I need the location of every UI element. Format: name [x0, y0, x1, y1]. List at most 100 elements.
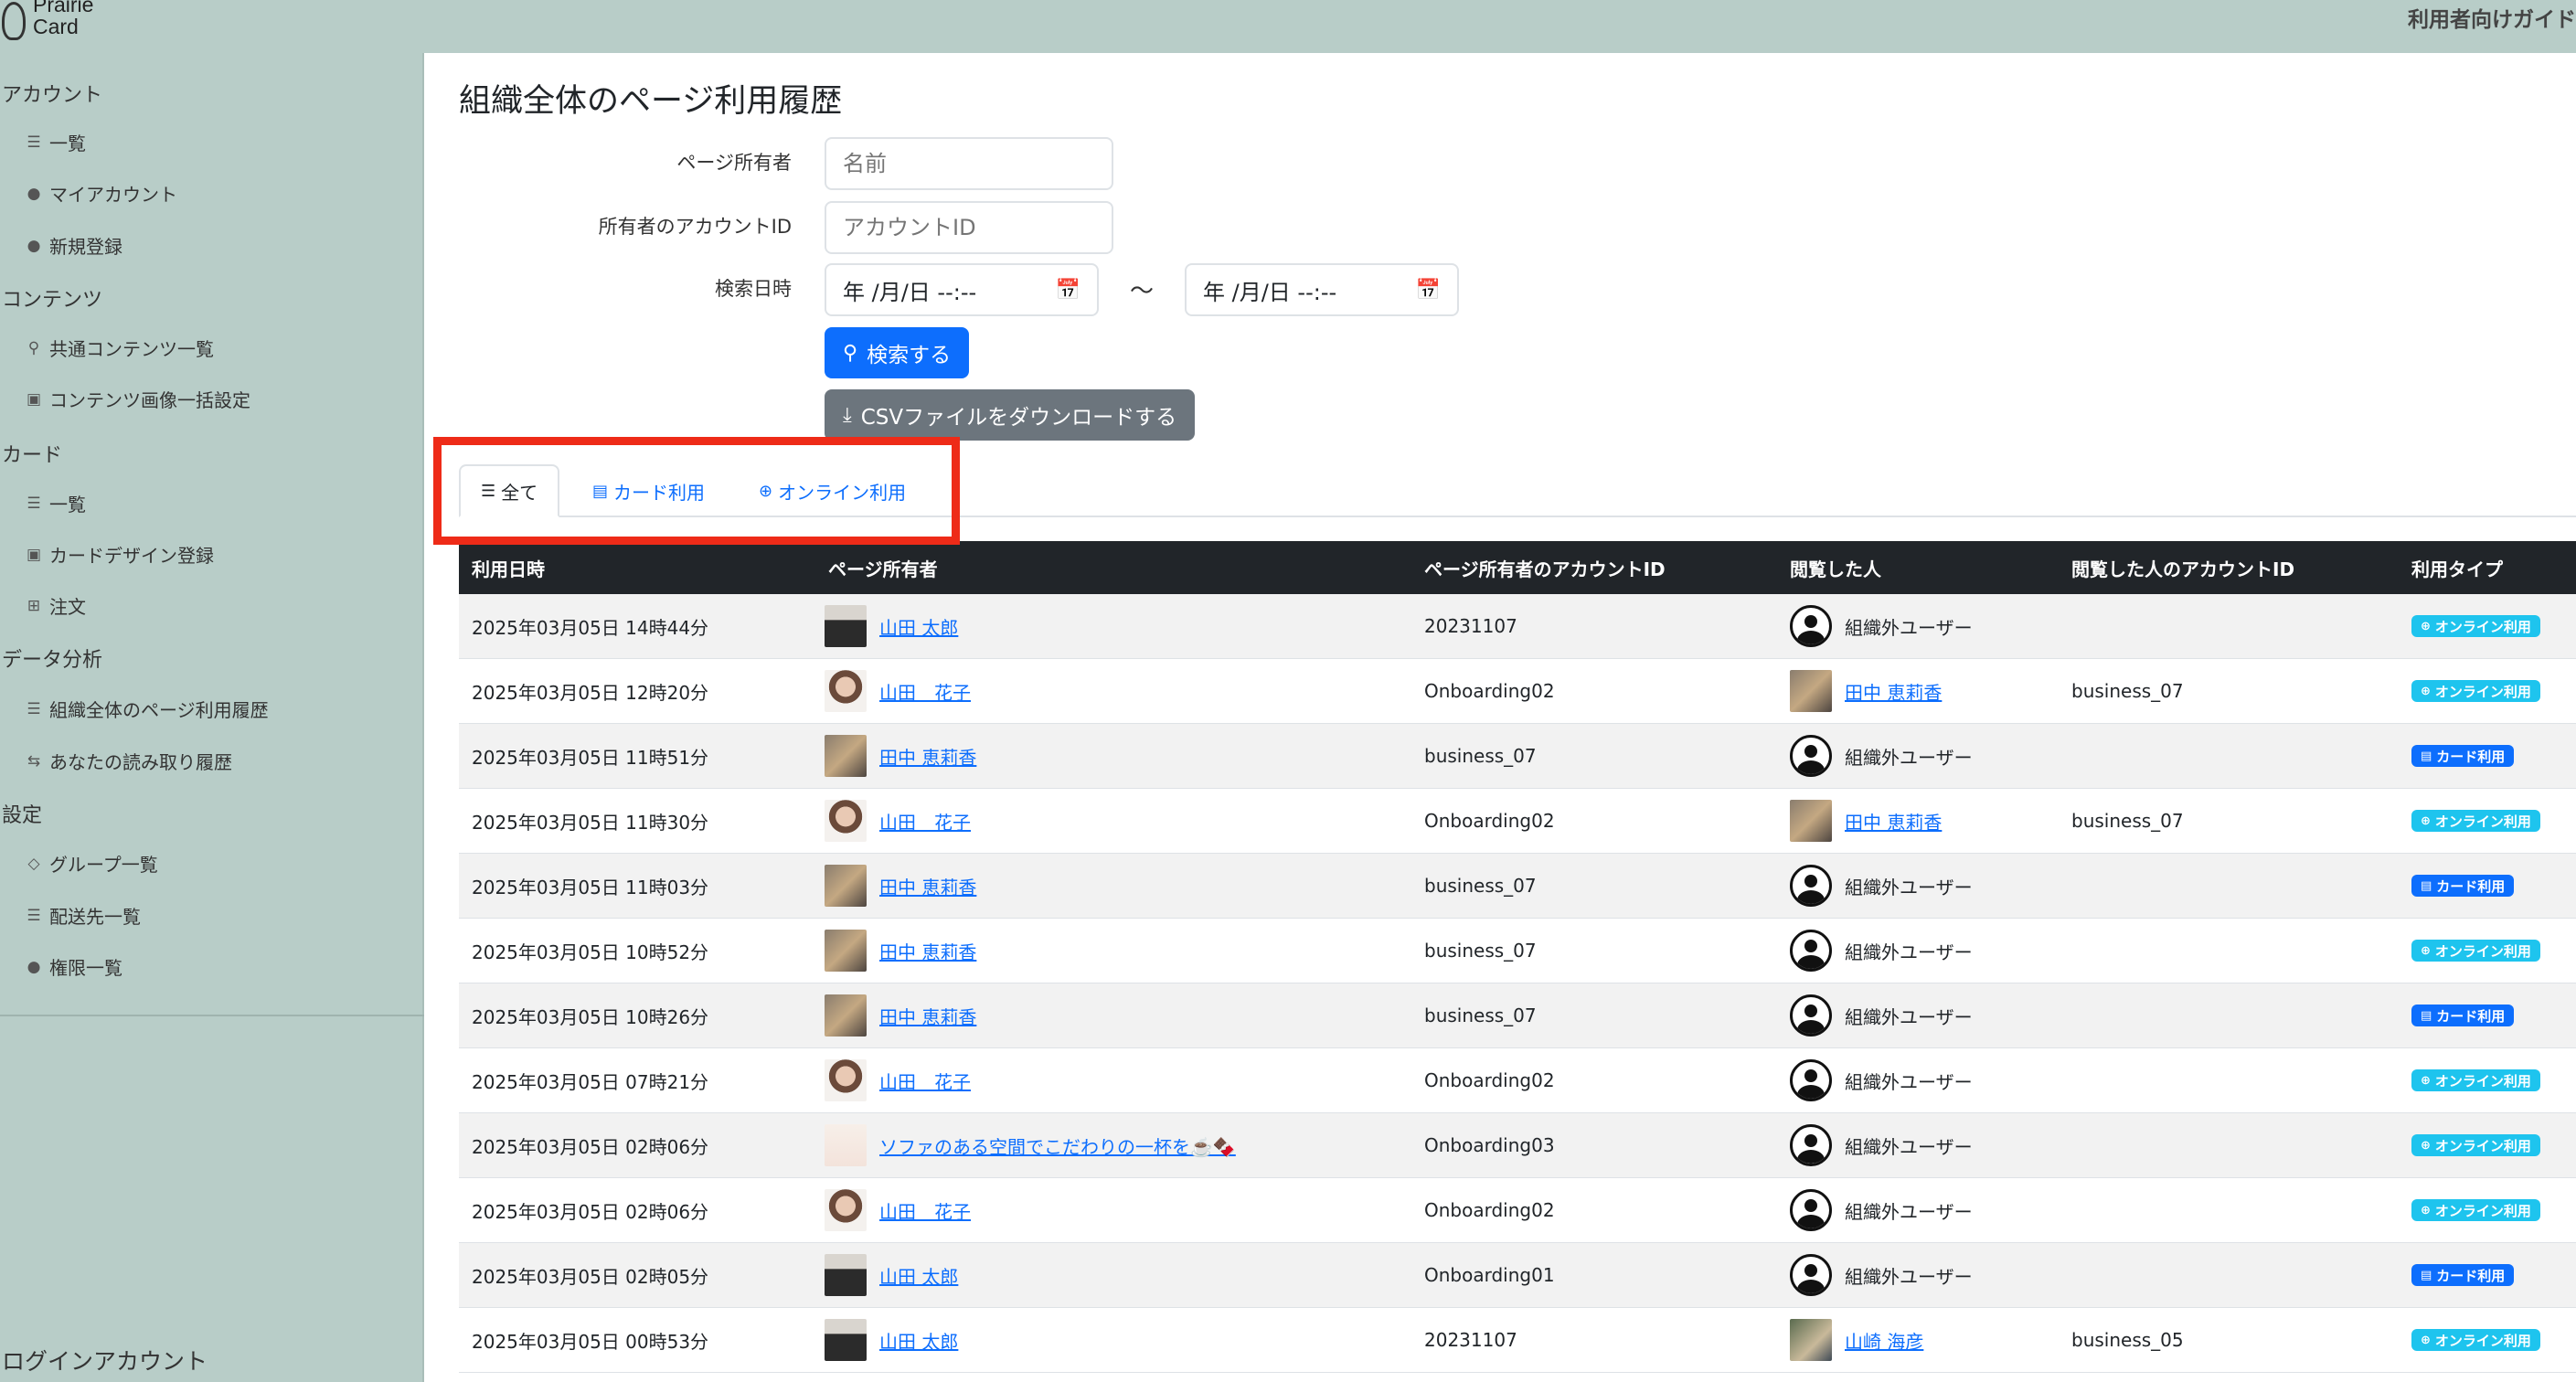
owner-link[interactable]: 田中 恵莉香: [879, 743, 976, 770]
owner-avatar: [825, 1124, 867, 1166]
usage-type-cell: ⊕ オンライン利用: [2411, 940, 2540, 962]
search-button[interactable]: ⚲ 検索する: [825, 327, 970, 378]
owner-link[interactable]: 山田 花子: [879, 1068, 971, 1094]
viewer-name: 組織外ユーザー: [1845, 746, 1973, 769]
header-owner-account[interactable]: ページ所有者のアカウントID: [1424, 555, 1666, 581]
search-date-label: 検索日時: [715, 278, 792, 300]
owner-link[interactable]: ソファのある空間でこだわりの一杯を☕️🍫: [879, 1132, 1236, 1159]
list-icon: ☰: [27, 906, 41, 925]
usage-history-table: 利用日時 ページ所有者 ページ所有者のアカウントID 閲覧した人 閲覧した人のア…: [459, 541, 2576, 1373]
owner-account-id: business_07: [1424, 745, 1537, 767]
anonymous-user-icon: [1790, 605, 1832, 647]
owner-cell: 田中 恵莉香: [825, 735, 976, 777]
usage-type-badge: ⊕ オンライン利用: [2411, 615, 2540, 637]
sidebar-item-register[interactable]: ● 新規登録: [24, 232, 122, 259]
owner-link[interactable]: 山田 太郎: [879, 1327, 958, 1354]
sidebar-item-card-design[interactable]: ▣ カードデザイン登録: [24, 541, 214, 568]
sidebar-item-order[interactable]: ⊞ 注文: [24, 592, 86, 619]
sidebar-item-content-images[interactable]: ▣ コンテンツ画像一括設定: [24, 386, 250, 412]
owner-input-field[interactable]: [843, 151, 1112, 176]
owner-input[interactable]: [825, 137, 1113, 190]
account-id-input[interactable]: [825, 201, 1113, 254]
usage-type-badge: ▤ カード利用: [2411, 745, 2515, 767]
viewer-cell: 田中 恵莉香: [1790, 800, 1942, 842]
usage-type-cell: ▤ カード利用: [2411, 745, 2515, 767]
usage-type-badge: ⊕ オンライン利用: [2411, 1329, 2540, 1351]
anonymous-user-icon: [1790, 1059, 1832, 1101]
header-viewer-account[interactable]: 閲覧した人のアカウントID: [2071, 555, 2294, 581]
date-to-input[interactable]: 年 /月/日 --:-- 📅: [1185, 263, 1459, 316]
viewer-cell: 組織外ユーザー: [1790, 1254, 1973, 1296]
owner-link[interactable]: 田中 恵莉香: [879, 1003, 976, 1029]
date-from-value: 年 /月/日 --:--: [843, 279, 977, 305]
viewer-link[interactable]: 山崎 海彦: [1845, 1327, 1923, 1354]
owner-account-id: Onboarding01: [1424, 1264, 1555, 1286]
header-owner[interactable]: ページ所有者: [828, 555, 938, 581]
sidebar-item-groups[interactable]: ◇ グループ一覧: [24, 850, 157, 877]
usage-type-badge: ⊕ オンライン利用: [2411, 810, 2540, 832]
globe-icon: ⊕: [2421, 1333, 2431, 1347]
viewer-name: 組織外ユーザー: [1845, 941, 1973, 963]
sidebar-login-account[interactable]: ログインアカウント: [2, 1344, 208, 1377]
owner-link[interactable]: 山田 花子: [879, 1197, 971, 1224]
owner-cell: 山田 太郎: [825, 1319, 958, 1361]
sidebar-item-my-account[interactable]: ● マイアカウント: [24, 180, 177, 207]
header-viewer[interactable]: 閲覧した人: [1790, 555, 1881, 581]
owner-cell: 山田 花子: [825, 670, 971, 712]
viewer-avatar: [1790, 670, 1832, 712]
sidebar-item-shipping[interactable]: ☰ 配送先一覧: [24, 902, 141, 929]
user-guide-link[interactable]: 利用者向けガイド: [2408, 2, 2576, 33]
account-id-input-field[interactable]: [843, 215, 1112, 240]
owner-account-id: business_07: [1424, 940, 1537, 962]
top-header: Prairie Card 利用者向けガイド: [0, 0, 2576, 53]
owner-label: ページ所有者: [676, 152, 792, 174]
sidebar-section-settings: 設定: [2, 804, 43, 827]
main-content: 組織全体のページ利用履歴 ページ所有者 所有者のアカウントID 検索日時 年 /…: [426, 53, 2576, 1382]
table-row: 2025年03月05日 11時03分 田中 恵莉香 business_07 組織外ユー…: [459, 854, 2576, 919]
owner-cell: 田中 恵莉香: [825, 930, 976, 972]
owner-link[interactable]: 山田 花子: [879, 808, 971, 835]
table-header: 利用日時 ページ所有者 ページ所有者のアカウントID 閲覧した人 閲覧した人のア…: [459, 541, 2576, 594]
list-icon: ☰: [27, 133, 41, 152]
header-date[interactable]: 利用日時: [472, 555, 545, 581]
sidebar-item-your-scan-history[interactable]: ⇆ あなたの読み取り履歴: [24, 748, 232, 774]
date-range-separator: 〜: [1130, 278, 1155, 305]
owner-cell: 田中 恵莉香: [825, 865, 976, 907]
viewer-cell: 組織外ユーザー: [1790, 865, 1973, 907]
app-logo[interactable]: Prairie Card: [0, 0, 93, 42]
owner-link[interactable]: 田中 恵莉香: [879, 938, 976, 964]
card-icon: ▤: [2421, 1268, 2432, 1282]
owner-link[interactable]: 田中 恵莉香: [879, 873, 976, 899]
sidebar-section-contents: コンテンツ: [2, 289, 103, 312]
viewer-cell: 組織外ユーザー: [1790, 735, 1973, 777]
owner-link[interactable]: 山田 太郎: [879, 613, 958, 640]
sidebar-item-card-list[interactable]: ☰ 一覧: [24, 490, 86, 516]
cart-icon: ⊞: [27, 596, 41, 615]
usage-type-badge: ▤ カード利用: [2411, 1264, 2515, 1286]
owner-cell: 田中 恵莉香: [825, 994, 976, 1036]
header-type[interactable]: 利用タイプ: [2411, 555, 2503, 581]
csv-download-button[interactable]: ⤓ CSVファイルをダウンロードする: [825, 389, 1196, 441]
owner-account-id: 20231107: [1424, 615, 1517, 637]
sidebar-item-account-list[interactable]: ☰ 一覧: [24, 129, 86, 155]
sidebar-item-permissions[interactable]: ● 権限一覧: [24, 953, 122, 980]
owner-avatar: [825, 605, 867, 647]
calendar-icon[interactable]: 📅: [1416, 279, 1441, 302]
viewer-link[interactable]: 田中 恵莉香: [1845, 678, 1942, 705]
sidebar-item-common-contents[interactable]: ⚲ 共通コンテンツ一覧: [24, 335, 214, 361]
usage-date: 2025年03月05日 10時26分: [472, 1005, 709, 1028]
logo-text-line1: Prairie: [33, 0, 94, 16]
owner-avatar: [825, 800, 867, 842]
owner-link[interactable]: 山田 花子: [879, 678, 971, 705]
owner-account-id: Onboarding02: [1424, 1069, 1555, 1091]
viewer-link[interactable]: 田中 恵莉香: [1845, 808, 1942, 835]
page-title: 組織全体のページ利用履歴: [459, 83, 843, 120]
calendar-icon[interactable]: 📅: [1056, 279, 1080, 302]
owner-cell: ソファのある空間でこだわりの一杯を☕️🍫: [825, 1124, 1236, 1166]
date-from-input[interactable]: 年 /月/日 --:-- 📅: [825, 263, 1099, 316]
sidebar-item-page-usage-history[interactable]: ☰ 組織全体のページ利用履歴: [24, 696, 268, 722]
anonymous-user-icon: [1790, 1124, 1832, 1166]
globe-icon: ⊕: [2421, 813, 2431, 828]
owner-cell: 山田 太郎: [825, 1254, 958, 1296]
owner-link[interactable]: 山田 太郎: [879, 1262, 958, 1289]
